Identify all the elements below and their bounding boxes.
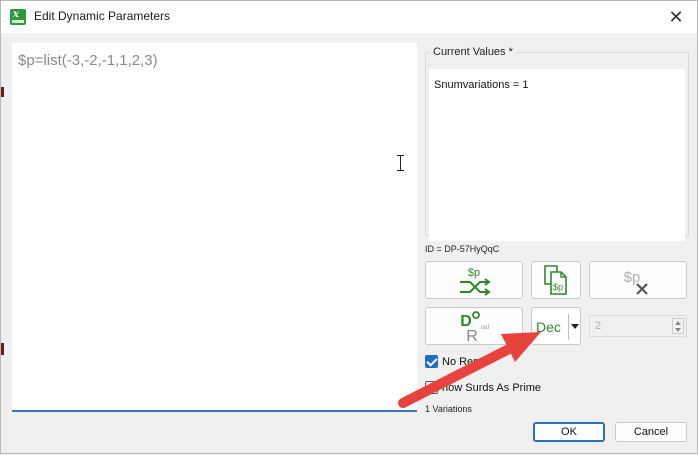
svg-text:rad: rad bbox=[481, 325, 490, 331]
background-artifact bbox=[1, 343, 4, 355]
ok-button[interactable]: OK bbox=[533, 422, 605, 442]
parameter-editor[interactable]: $p=list(-3,-2,-1,1,2,3) bbox=[12, 43, 417, 412]
stepper-down-icon[interactable] bbox=[675, 328, 681, 332]
window-title: Edit Dynamic Parameters bbox=[34, 9, 171, 23]
editor-text: $p=list(-3,-2,-1,1,2,3) bbox=[18, 52, 158, 69]
no-render-label: No Rend bbox=[442, 356, 486, 368]
no-render-checkbox[interactable] bbox=[425, 355, 438, 368]
text-cursor-icon bbox=[396, 155, 405, 171]
dialog-window: x Edit Dynamic Parameters ✕ $p=list(-3,-… bbox=[0, 0, 698, 454]
svg-text:$p: $p bbox=[468, 267, 480, 279]
stepper-up-icon[interactable] bbox=[675, 321, 681, 325]
dec-label: Dec bbox=[536, 319, 561, 335]
copy-button[interactable]: $p bbox=[531, 261, 581, 299]
title-bar: x Edit Dynamic Parameters ✕ bbox=[1, 1, 697, 33]
cancel-button[interactable]: Cancel bbox=[615, 422, 687, 442]
close-button[interactable]: ✕ bbox=[663, 5, 689, 29]
show-surds-checkbox[interactable] bbox=[425, 381, 438, 394]
decimal-format-dropdown[interactable]: Dec bbox=[531, 307, 581, 345]
current-values-text: Snumvariations = 1 bbox=[434, 79, 529, 91]
current-values-group: Current Values * Snumvariations = 1 bbox=[425, 46, 689, 241]
chevron-down-icon[interactable] bbox=[571, 324, 579, 329]
current-values-legend: Current Values * bbox=[433, 46, 513, 58]
svg-text:$p: $p bbox=[553, 282, 563, 292]
svg-text:R: R bbox=[466, 328, 478, 344]
delete-icon: $p bbox=[624, 269, 648, 295]
background-artifact bbox=[1, 87, 4, 97]
shuffle-icon: $p bbox=[460, 267, 491, 296]
delete-button[interactable]: $p bbox=[589, 261, 687, 299]
variations-count: 1 Variations bbox=[425, 404, 472, 414]
app-icon: x bbox=[10, 9, 26, 25]
copy-icon: $p bbox=[544, 265, 567, 295]
dropdown-separator bbox=[568, 314, 569, 340]
degrees-radians-icon: D R rad bbox=[460, 311, 490, 345]
degrees-radians-button[interactable]: D R rad bbox=[425, 307, 523, 345]
decimal-places-stepper[interactable]: 2 bbox=[589, 315, 687, 337]
current-values-box[interactable]: Snumvariations = 1 bbox=[429, 69, 685, 241]
show-surds-label: how Surds As Prime bbox=[442, 382, 542, 394]
id-label: ID = DP-57HyQqC bbox=[425, 244, 500, 254]
close-icon: ✕ bbox=[668, 6, 684, 27]
stepper-value: 2 bbox=[595, 320, 602, 332]
stepper-buttons[interactable] bbox=[672, 318, 684, 334]
shuffle-button[interactable]: $p bbox=[425, 261, 523, 299]
